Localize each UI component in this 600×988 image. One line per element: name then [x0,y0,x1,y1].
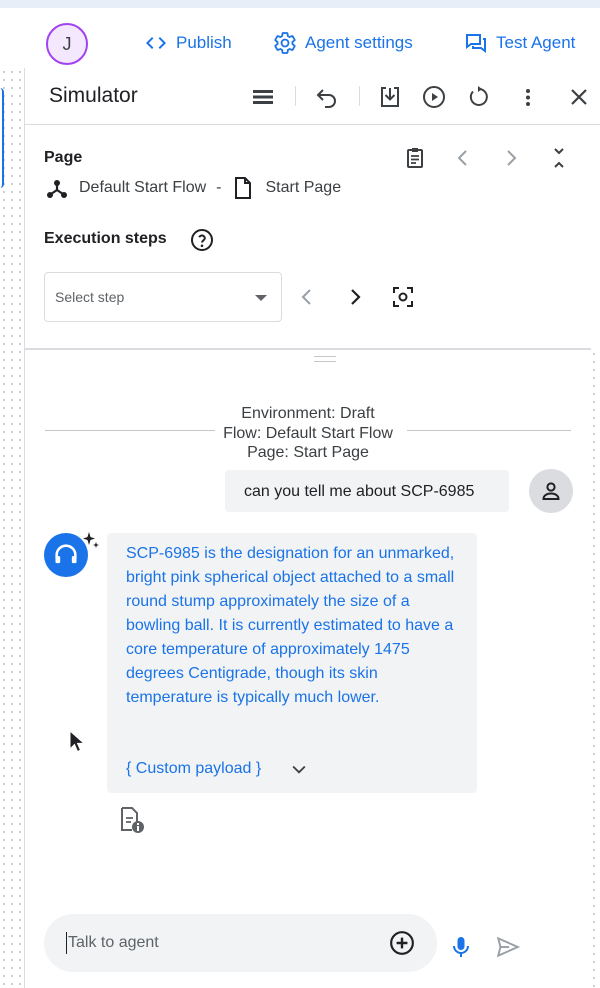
help-icon[interactable] [189,227,215,253]
step-select[interactable]: Select step [44,272,282,322]
previous-step-icon[interactable] [294,284,320,310]
environment-line: Environment: Draft [241,405,375,422]
chevron-right-icon[interactable] [498,145,524,171]
focus-step-icon[interactable] [390,284,416,310]
flow-icon [47,180,67,198]
resize-handle[interactable] [314,356,336,362]
test-agent-label: Test Agent [496,33,576,52]
header-separator [295,86,296,106]
user-message: can you tell me about SCP-6985 [225,470,509,512]
top-toolbar: J Publish Agent settings Test Agent [0,8,600,68]
collapse-icon[interactable] [546,145,572,171]
custom-payload-toggle[interactable]: { Custom payload } [126,759,309,779]
document-info-icon[interactable] [119,806,145,834]
agent-settings-button[interactable]: Agent settings [273,28,413,58]
simulator-title: Simulator [49,84,138,107]
dropdown-caret-icon [255,295,267,301]
simulator-panel: Simulator Page Default Start Flow - Star… [24,68,600,988]
right-dotted-rail [590,350,600,988]
chevron-down-icon [292,765,306,774]
step-select-placeholder: Select step [55,289,125,305]
sparkle-icon [83,532,99,548]
save-download-icon[interactable] [377,84,403,110]
add-circle-icon[interactable] [389,930,415,956]
microphone-icon[interactable] [449,935,473,959]
chat-bubbles-icon [466,34,486,53]
custom-payload-label: { Custom payload } [126,760,262,777]
more-vert-icon[interactable] [515,84,541,110]
page-name: Start Page [265,179,342,196]
send-icon[interactable] [495,934,521,960]
left-dotted-rail [0,68,24,988]
close-icon[interactable] [566,84,592,110]
talk-to-agent-input[interactable] [66,932,366,954]
play-icon[interactable] [421,84,447,110]
simulator-header: Simulator [25,68,600,125]
left-rail-selection [0,88,4,188]
publish-label: Publish [176,33,232,52]
browser-top-strip [0,0,600,8]
undo-icon[interactable] [314,84,340,110]
user-person-icon [529,469,573,513]
page-icon [235,177,252,199]
code-icon [146,37,166,49]
agent-message-text: SCP-6985 is the designation for an unmar… [126,545,455,706]
page-line: Page: Start Page [247,444,369,461]
menu-icon[interactable] [250,84,276,110]
current-flow-page: Default Start Flow - Start Page [45,176,341,200]
panel-divider [25,348,591,350]
clipboard-icon[interactable] [402,145,428,171]
execution-steps-label: Execution steps [44,230,167,247]
header-separator [359,86,360,106]
flow-page-separator: - [216,179,222,196]
environment-info: Environment: Draft Flow: Default Start F… [45,404,571,463]
next-step-icon[interactable] [342,284,368,310]
chevron-left-icon[interactable] [450,145,476,171]
publish-button[interactable]: Publish [144,28,232,58]
user-avatar-button[interactable]: J [46,23,88,65]
page-section-label: Page [44,149,83,166]
flow-name: Default Start Flow [79,179,207,196]
test-agent-button[interactable]: Test Agent [464,28,575,58]
flow-line: Flow: Default Start Flow [223,424,393,442]
gear-icon [274,32,296,54]
mouse-cursor-icon [69,730,85,753]
talk-to-agent-box [44,914,437,972]
reset-icon[interactable] [465,84,491,110]
agent-message: SCP-6985 is the designation for an unmar… [107,533,477,793]
agent-settings-label: Agent settings [305,33,413,52]
